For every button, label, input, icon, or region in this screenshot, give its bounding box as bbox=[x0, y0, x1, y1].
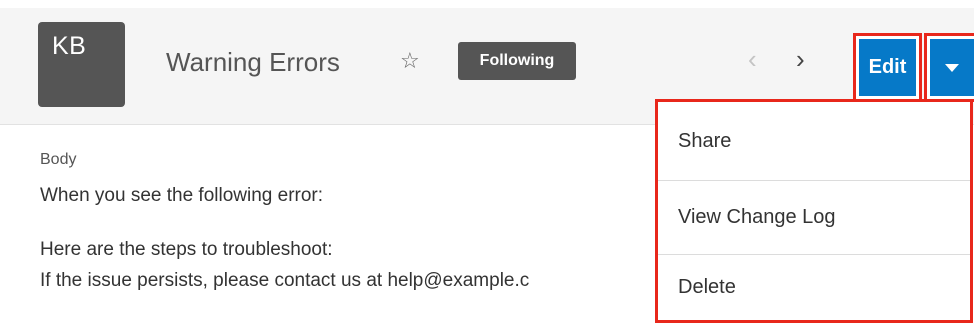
body-text-line: When you see the following error: bbox=[40, 185, 324, 206]
actions-dropdown-fill bbox=[930, 39, 974, 96]
edit-button[interactable]: Edit bbox=[853, 33, 922, 102]
actions-dropdown-button[interactable] bbox=[924, 33, 974, 102]
top-strip bbox=[0, 0, 974, 8]
edit-button-label: Edit bbox=[859, 39, 916, 96]
menu-item-share[interactable]: Share bbox=[658, 102, 970, 180]
page-title: Warning Errors bbox=[166, 47, 340, 77]
chevron-right-icon[interactable]: › bbox=[796, 46, 805, 72]
body-text-line: Here are the steps to troubleshoot: bbox=[40, 239, 333, 260]
menu-item-delete[interactable]: Delete bbox=[658, 254, 970, 320]
body-field-label: Body bbox=[40, 151, 77, 168]
caret-down-icon bbox=[945, 63, 959, 72]
avatar: KB bbox=[38, 22, 125, 107]
avatar-initials: KB bbox=[52, 32, 87, 60]
chevron-left-icon[interactable]: ‹ bbox=[748, 46, 757, 72]
menu-item-view-change-log[interactable]: View Change Log bbox=[658, 180, 970, 254]
following-button[interactable]: Following bbox=[458, 42, 576, 80]
actions-menu: Share View Change Log Delete bbox=[655, 99, 973, 323]
body-text-line: If the issue persists, please contact us… bbox=[40, 270, 530, 291]
star-icon[interactable]: ☆ bbox=[400, 50, 420, 72]
